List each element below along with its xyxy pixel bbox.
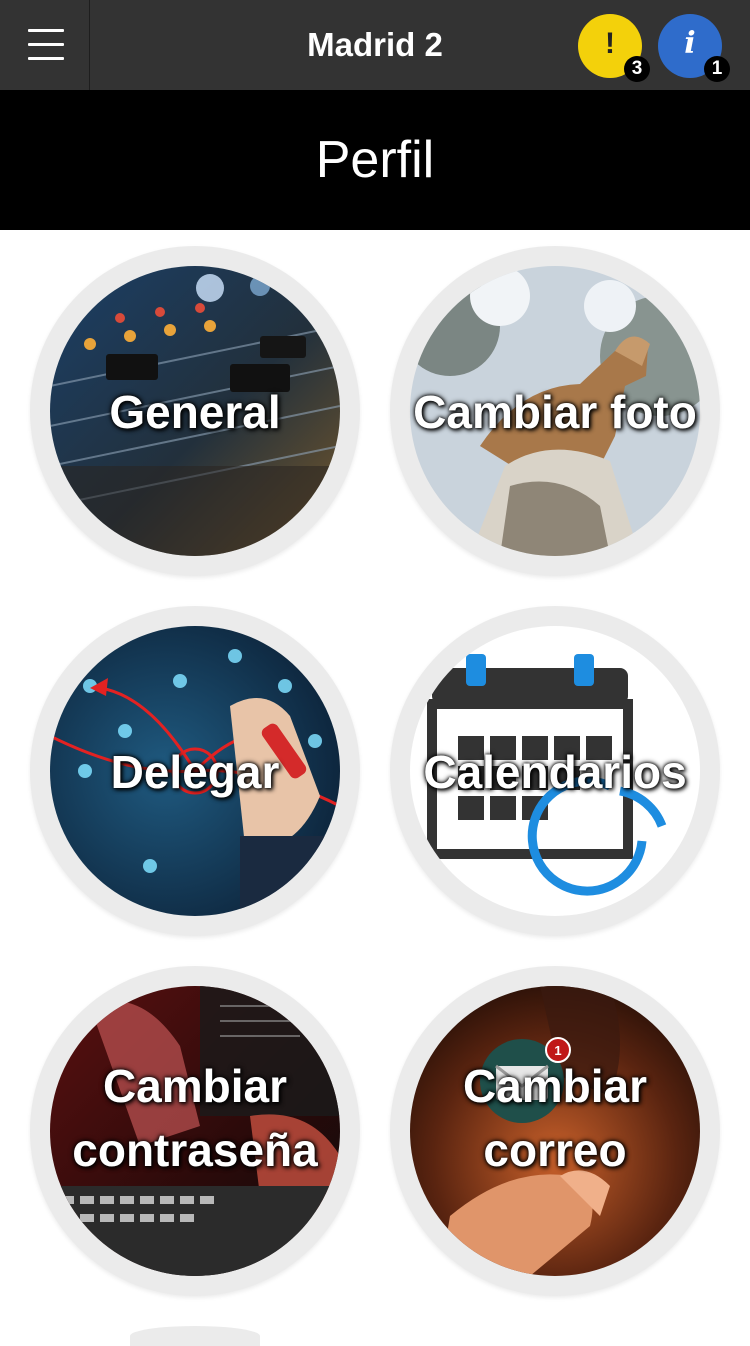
tile-change-password[interactable]: Cambiar contraseña — [30, 966, 360, 1296]
tile-change-email-label: Cambiar correo — [390, 1054, 720, 1182]
tile-next-partial[interactable] — [130, 1326, 260, 1346]
tile-calendars-label: Calendarios — [423, 746, 687, 798]
tile-delegate-label: Delegar — [110, 746, 280, 798]
app-title: Madrid 2 — [307, 26, 443, 63]
page-title: Perfil — [315, 131, 435, 189]
tile-general[interactable]: General — [30, 246, 360, 576]
tile-change-email[interactable]: 1 Cambiar correo — [390, 966, 720, 1296]
tile-change-password-label-line1: Cambiar — [102, 1060, 288, 1112]
tile-change-password-label-line2: contraseña — [72, 1124, 318, 1176]
tile-change-photo-label: Cambiar foto — [413, 386, 697, 438]
tile-change-email-label-line1: Cambiar — [462, 1060, 648, 1112]
menu-button[interactable] — [0, 0, 90, 90]
tile-delegate[interactable]: Delegar — [30, 606, 360, 936]
info-count-badge: 1 — [704, 56, 730, 82]
tile-change-photo[interactable]: Cambiar foto — [390, 246, 720, 576]
tile-change-password-label: Cambiar contraseña — [30, 1054, 360, 1182]
info-button[interactable]: i 1 — [658, 14, 730, 82]
hamburger-icon-line — [28, 43, 64, 46]
hamburger-icon-line — [28, 57, 64, 60]
tile-change-email-label-line2: correo — [483, 1124, 627, 1176]
tile-general-label: General — [109, 386, 281, 438]
warnings-count-badge: 3 — [624, 56, 650, 82]
hamburger-icon — [28, 29, 64, 32]
warnings-button[interactable]: ! 3 — [578, 14, 650, 82]
top-bar: Madrid 2 ! 3 i 1 — [0, 0, 750, 90]
tile-calendars[interactable]: Calendarios — [390, 606, 720, 936]
page-header: Perfil — [0, 90, 750, 230]
